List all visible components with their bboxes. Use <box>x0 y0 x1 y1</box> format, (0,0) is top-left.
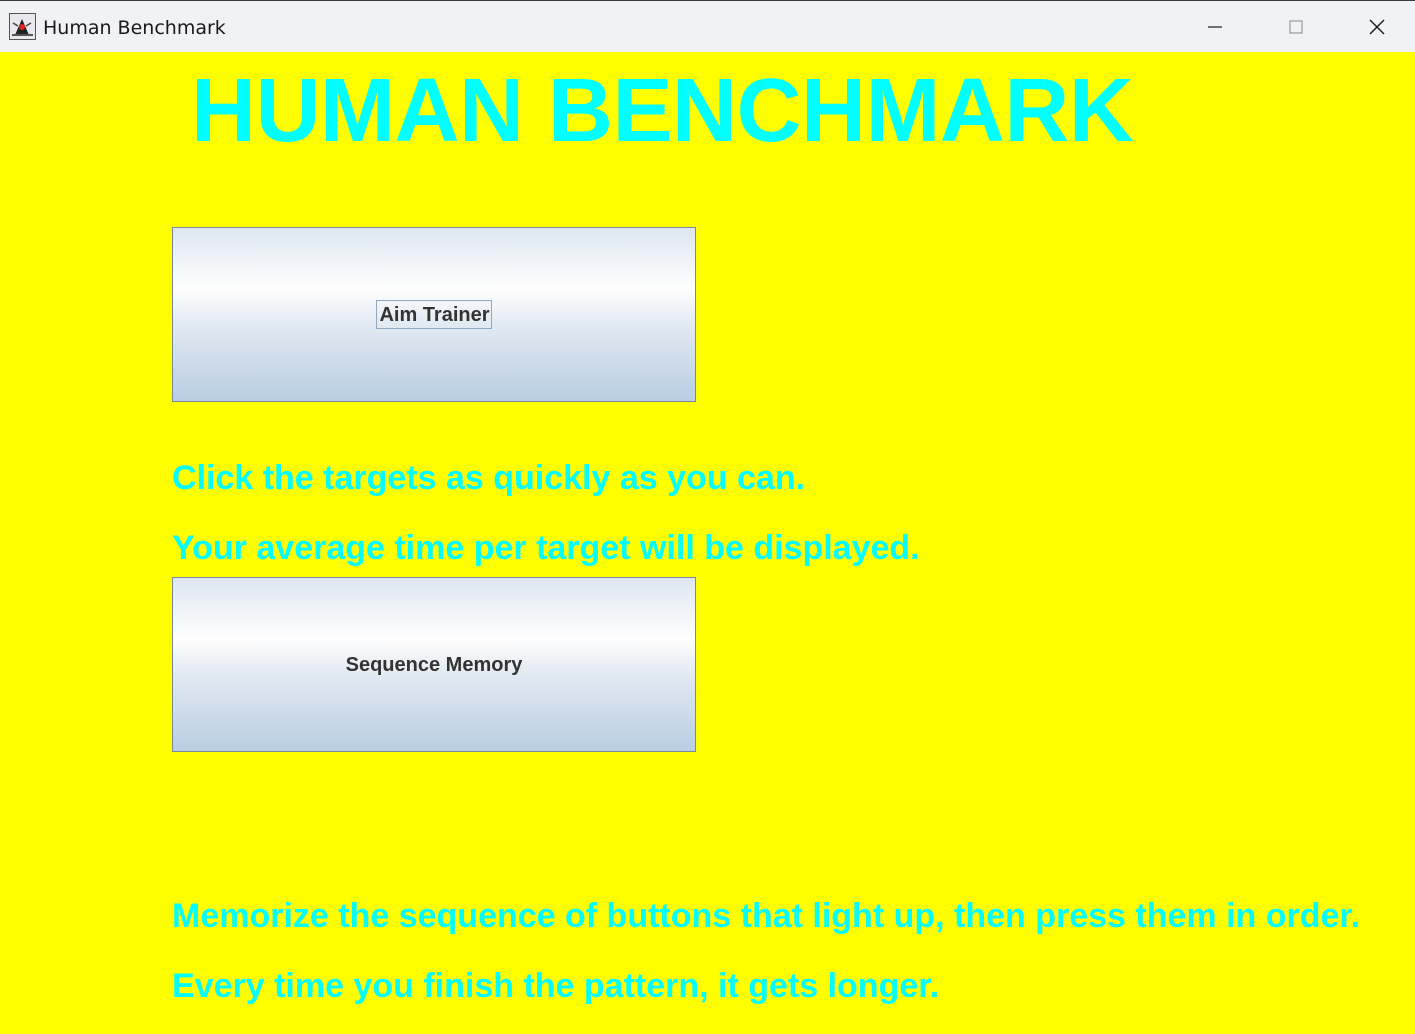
sequence-memory-description-line-2: Every time you finish the pattern, it ge… <box>172 967 940 1005</box>
close-icon <box>1369 19 1385 35</box>
sequence-memory-button[interactable]: Sequence Memory <box>172 577 696 752</box>
close-button[interactable] <box>1337 1 1415 53</box>
minimize-icon <box>1208 26 1222 28</box>
window-title: Human Benchmark <box>43 17 226 39</box>
minimize-button[interactable] <box>1175 1 1255 53</box>
maximize-button[interactable] <box>1256 1 1336 53</box>
aim-trainer-button[interactable]: Aim Trainer <box>172 227 696 402</box>
main-panel: HUMAN BENCHMARK Aim Trainer Click the ta… <box>0 52 1415 1034</box>
sequence-memory-button-label: Sequence Memory <box>345 653 523 676</box>
aim-trainer-description-line-1: Click the targets as quickly as you can. <box>172 459 806 497</box>
maximize-icon <box>1289 20 1303 34</box>
page-title: HUMAN BENCHMARK <box>191 61 1134 161</box>
app-window: Human Benchmark HUMAN BENCHMARK Aim Trai… <box>0 0 1415 1034</box>
java-duke-icon <box>9 13 36 40</box>
sequence-memory-description-line-1: Memorize the sequence of buttons that li… <box>172 897 1361 935</box>
aim-trainer-button-label: Aim Trainer <box>376 300 492 329</box>
aim-trainer-description-line-2: Your average time per target will be dis… <box>172 529 920 567</box>
title-bar[interactable]: Human Benchmark <box>0 0 1415 52</box>
